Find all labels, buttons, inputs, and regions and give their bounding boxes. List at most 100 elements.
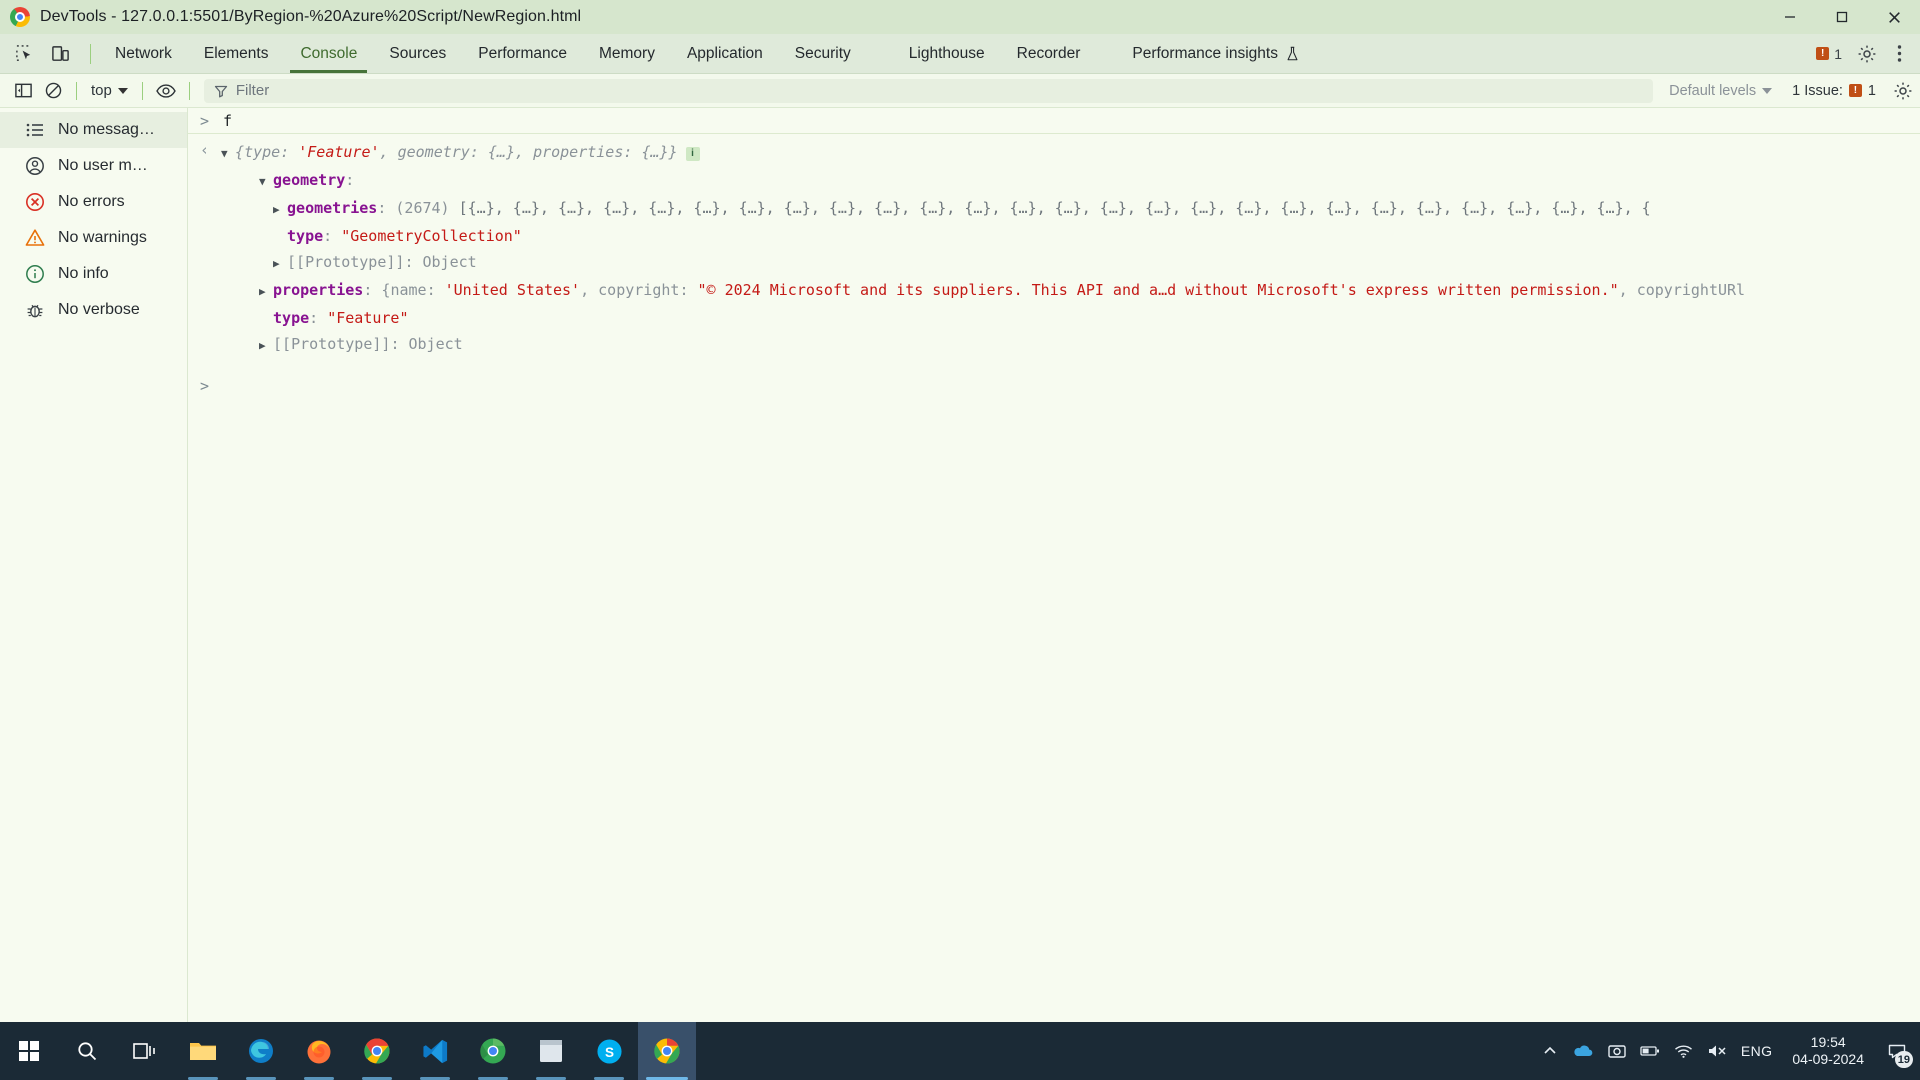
info-circle-icon	[24, 263, 46, 285]
console-issues-indicator[interactable]: 1 Issue: 1	[1782, 83, 1886, 99]
sidebar-item-label: No warnings	[58, 229, 147, 246]
chrome-logo-icon	[10, 7, 30, 27]
vs-code-icon[interactable]	[406, 1022, 464, 1080]
taskbar-apps: S	[0, 1022, 696, 1080]
property-value: Object	[422, 253, 477, 271]
sidebar-item-user-messages[interactable]: No user m…	[0, 148, 187, 184]
tab-elements[interactable]: Elements	[188, 34, 285, 73]
tree-row-root-prototype[interactable]: [[Prototype]]: Object	[221, 331, 1745, 359]
console-output[interactable]: > f ‹ {type: 'Feature', geometry: {…}, p…	[188, 108, 1920, 1022]
tab-application[interactable]: Application	[671, 34, 779, 73]
tab-recorder[interactable]: Recorder	[1001, 34, 1097, 73]
sidebar-item-errors[interactable]: No errors	[0, 184, 187, 220]
show-hidden-icons-icon[interactable]	[1542, 1043, 1558, 1059]
console-toolbar: top Default levels 1 Issue: 1	[0, 74, 1920, 108]
expand-toggle-icon[interactable]	[259, 171, 273, 193]
tree-row-type: type: "Feature"	[273, 309, 409, 327]
tab-label: Security	[794, 44, 851, 62]
execution-context-label: top	[91, 82, 112, 99]
chevron-down-icon	[1762, 87, 1773, 94]
filter-icon	[214, 84, 228, 98]
minimize-button[interactable]	[1764, 0, 1816, 34]
console-prompt[interactable]: >	[188, 373, 1920, 399]
battery-icon[interactable]	[1640, 1044, 1660, 1058]
tab-label: Console	[300, 44, 358, 62]
chrome-devtools-icon[interactable]	[638, 1022, 696, 1080]
sticky-notes-icon[interactable]	[522, 1022, 580, 1080]
prompt-chevron-icon: >	[200, 377, 210, 395]
notification-center-icon[interactable]: 19	[1884, 1036, 1913, 1068]
issues-indicator[interactable]: 1	[1810, 46, 1848, 62]
sidebar-item-info[interactable]: No info	[0, 256, 187, 292]
onedrive-icon[interactable]	[1572, 1043, 1594, 1059]
chrome-canary-icon[interactable]	[464, 1022, 522, 1080]
preview-key-type: type	[244, 143, 281, 161]
tab-network[interactable]: Network	[99, 34, 188, 73]
expand-toggle-icon[interactable]	[259, 281, 273, 303]
search-icon[interactable]	[58, 1022, 116, 1080]
log-levels-selector[interactable]: Default levels	[1659, 83, 1782, 99]
tab-bar-right: 1	[1810, 34, 1920, 73]
tab-security[interactable]: Security	[779, 34, 867, 73]
tab-sources[interactable]: Sources	[373, 34, 462, 73]
tab-performance[interactable]: Performance	[462, 34, 583, 73]
tab-label: Lighthouse	[908, 44, 985, 62]
object-tree: {type: 'Feature', geometry: {…}, propert…	[221, 139, 1745, 359]
tab-label: Sources	[389, 44, 447, 62]
google-chrome-icon[interactable]	[348, 1022, 406, 1080]
sidebar-item-messages[interactable]: No messag…	[0, 112, 187, 148]
preview-sep-1: ,	[379, 143, 398, 161]
system-tray: ENG 19:54 04-09-2024 19	[1542, 1034, 1920, 1068]
filter-box[interactable]	[203, 78, 1654, 103]
task-view-icon[interactable]	[116, 1022, 174, 1080]
tree-row-geometries[interactable]: geometries: (2674) [{…}, {…}, {…}, {…}, …	[221, 195, 1745, 223]
windows-start-icon[interactable]	[0, 1022, 58, 1080]
device-toolbar-icon[interactable]	[46, 40, 74, 68]
tab-lighthouse[interactable]: Lighthouse	[893, 34, 1001, 73]
skype-icon[interactable]: S	[580, 1022, 638, 1080]
chevron-down-icon	[117, 87, 128, 94]
expand-toggle-icon[interactable]	[221, 143, 235, 165]
console-settings-icon[interactable]	[1886, 81, 1920, 101]
inspect-element-icon[interactable]	[10, 40, 38, 68]
expand-toggle-icon[interactable]	[273, 199, 287, 221]
clock[interactable]: 19:54 04-09-2024	[1786, 1034, 1870, 1068]
snip-icon[interactable]	[1608, 1043, 1626, 1059]
kebab-menu-icon[interactable]	[1886, 39, 1912, 69]
preview-close-brace: }	[668, 143, 678, 161]
eye-icon[interactable]	[151, 78, 181, 104]
maximize-button[interactable]	[1816, 0, 1868, 34]
sidebar-item-label: No info	[58, 265, 109, 282]
object-preview-row[interactable]: {type: 'Feature', geometry: {…}, propert…	[221, 139, 1745, 167]
wifi-icon[interactable]	[1674, 1044, 1693, 1059]
tab-performance-insights[interactable]: Performance insights	[1116, 34, 1316, 73]
language-indicator[interactable]: ENG	[1741, 1043, 1773, 1059]
preview-key-properties: properties	[533, 143, 624, 161]
clear-console-icon[interactable]	[38, 78, 68, 104]
file-explorer-icon[interactable]	[174, 1022, 232, 1080]
firefox-icon[interactable]	[290, 1022, 348, 1080]
close-button[interactable]	[1868, 0, 1920, 34]
volume-muted-icon[interactable]	[1707, 1043, 1727, 1059]
info-badge-icon[interactable]: i	[685, 147, 700, 161]
preview-value-geometry: {…}	[487, 143, 515, 161]
notification-count-badge: 19	[1894, 1051, 1913, 1068]
property-key: type	[287, 227, 324, 245]
expand-toggle-icon[interactable]	[259, 335, 273, 357]
microsoft-edge-icon[interactable]	[232, 1022, 290, 1080]
tab-label: Performance insights	[1132, 44, 1278, 62]
array-preview: [{…}, {…}, {…}, {…}, {…}, {…}, {…}, {…},…	[458, 199, 1651, 217]
show-console-sidebar-icon[interactable]	[8, 78, 38, 104]
sidebar-item-verbose[interactable]: No verbose	[0, 292, 187, 328]
execution-context-selector[interactable]: top	[85, 82, 134, 99]
tab-memory[interactable]: Memory	[583, 34, 671, 73]
tab-console[interactable]: Console	[284, 34, 373, 73]
expand-toggle-icon[interactable]	[273, 253, 287, 275]
sidebar-item-warnings[interactable]: No warnings	[0, 220, 187, 256]
tree-row-geometry-type: type: "GeometryCollection"	[287, 227, 522, 245]
filter-input[interactable]	[235, 82, 1644, 99]
tree-row-geometry[interactable]: geometry:	[221, 167, 1745, 195]
tree-row-geometry-prototype[interactable]: [[Prototype]]: Object	[221, 249, 1745, 277]
tree-row-properties[interactable]: properties: {name: 'United States', copy…	[221, 277, 1745, 305]
gear-icon[interactable]	[1852, 39, 1882, 69]
